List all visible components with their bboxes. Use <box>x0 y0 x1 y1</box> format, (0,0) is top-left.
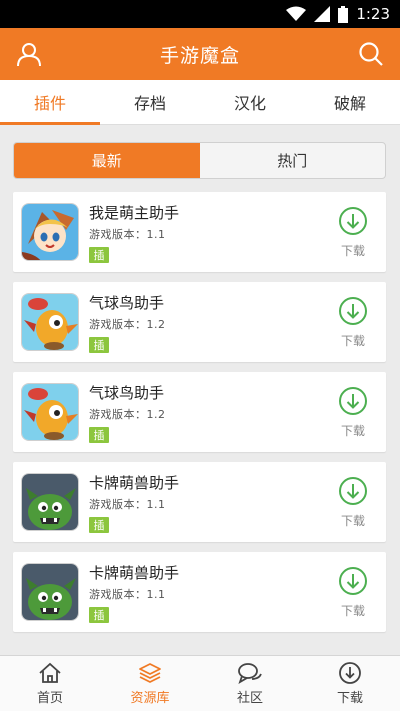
list-item[interactable]: 卡牌萌兽助手 游戏版本：1.1 插 下载 <box>13 462 386 542</box>
app-name: 气球鸟助手 <box>89 383 165 402</box>
app-header: 手游魔盒 <box>0 28 400 80</box>
download-label: 下载 <box>340 333 365 348</box>
list-item[interactable]: 气球鸟助手 游戏版本：1.2 插 下载 <box>13 372 386 452</box>
hero-girl-icon <box>21 203 79 261</box>
user-icon <box>17 43 41 67</box>
nav-resources-label: 资源库 <box>130 691 170 706</box>
app-list: 我是萌主助手 游戏版本：1.1 插 下载 气球鸟助手 游戏版本：1.2 插 下载… <box>13 192 386 642</box>
list-item[interactable]: 我是萌主助手 游戏版本：1.1 插 下载 <box>13 192 386 272</box>
app-info: 气球鸟助手 游戏版本：1.2 插 <box>89 292 328 353</box>
battery-icon <box>338 5 349 23</box>
download-button[interactable]: 下载 <box>328 386 378 439</box>
download-label: 下载 <box>340 513 365 528</box>
tab-chinese[interactable]: 汉化 <box>200 80 300 124</box>
nav-resources[interactable]: 资源库 <box>100 656 200 711</box>
nav-download[interactable]: 下载 <box>300 656 400 711</box>
download-button[interactable]: 下载 <box>328 476 378 529</box>
balloon-bird-icon <box>21 293 79 351</box>
download-icon <box>339 476 367 505</box>
app-version: 游戏版本：1.1 <box>89 227 166 241</box>
plugin-badge: 插 <box>89 246 109 263</box>
balloon-bird-icon <box>21 383 79 441</box>
download-label: 下载 <box>340 603 365 618</box>
list-item[interactable]: 卡牌萌兽助手 游戏版本：1.1 插 下载 <box>13 552 386 632</box>
green-monster-icon <box>21 473 79 531</box>
download-icon <box>339 296 367 325</box>
search-button[interactable] <box>356 39 386 69</box>
download-label: 下载 <box>340 423 365 438</box>
nav-community-label: 社区 <box>236 691 263 706</box>
nav-community[interactable]: 社区 <box>200 656 300 711</box>
tab-cracked[interactable]: 破解 <box>300 80 400 124</box>
app-name: 卡牌萌兽助手 <box>89 473 180 492</box>
app-version: 游戏版本：1.1 <box>89 587 166 601</box>
home-icon <box>38 661 62 685</box>
page-title: 手游魔盒 <box>159 44 240 67</box>
plugin-badge: 插 <box>89 426 109 443</box>
download-icon <box>339 206 367 235</box>
green-monster-icon <box>21 563 79 621</box>
layers-icon <box>138 661 162 685</box>
download-icon <box>339 386 367 415</box>
app-version: 游戏版本：1.2 <box>89 317 166 331</box>
sort-segment: 最新 热门 <box>13 142 386 179</box>
plugin-badge: 插 <box>89 516 109 533</box>
chat-icon <box>237 661 263 685</box>
app-info: 我是萌主助手 游戏版本：1.1 插 <box>89 202 328 263</box>
segment-hot[interactable]: 热门 <box>200 143 386 178</box>
download-icon <box>339 566 367 595</box>
tab-plugins[interactable]: 插件 <box>0 80 100 125</box>
status-time: 1:23 <box>356 5 390 23</box>
plugin-badge: 插 <box>89 606 109 623</box>
app-info: 卡牌萌兽助手 游戏版本：1.1 插 <box>89 472 328 533</box>
search-icon <box>359 42 383 66</box>
user-button[interactable] <box>14 39 44 69</box>
download-label: 下载 <box>340 243 365 258</box>
app-info: 气球鸟助手 游戏版本：1.2 插 <box>89 382 328 443</box>
app-version: 游戏版本：1.2 <box>89 407 166 421</box>
nav-download-label: 下载 <box>336 691 363 706</box>
download-button[interactable]: 下载 <box>328 206 378 259</box>
category-tabs: 插件 存档 汉化 破解 <box>0 80 400 125</box>
tab-saves[interactable]: 存档 <box>100 80 200 124</box>
download-button[interactable]: 下载 <box>328 296 378 349</box>
list-item[interactable]: 气球鸟助手 游戏版本：1.2 插 下载 <box>13 282 386 362</box>
nav-home[interactable]: 首页 <box>0 656 100 711</box>
download-button[interactable]: 下载 <box>328 566 378 619</box>
nav-home-label: 首页 <box>36 691 63 706</box>
app-info: 卡牌萌兽助手 游戏版本：1.1 插 <box>89 562 328 623</box>
wifi-icon <box>286 6 307 22</box>
app-name: 我是萌主助手 <box>89 203 180 222</box>
download-circle-icon <box>338 661 362 685</box>
segment-latest[interactable]: 最新 <box>14 143 200 178</box>
bottom-nav: 首页 资源库 社区 下载 <box>0 655 400 711</box>
plugin-badge: 插 <box>89 336 109 353</box>
status-bar: 1:23 <box>0 0 400 28</box>
signal-icon <box>314 6 331 22</box>
app-version: 游戏版本：1.1 <box>89 497 166 511</box>
app-name: 卡牌萌兽助手 <box>89 563 180 582</box>
app-name: 气球鸟助手 <box>89 293 165 312</box>
